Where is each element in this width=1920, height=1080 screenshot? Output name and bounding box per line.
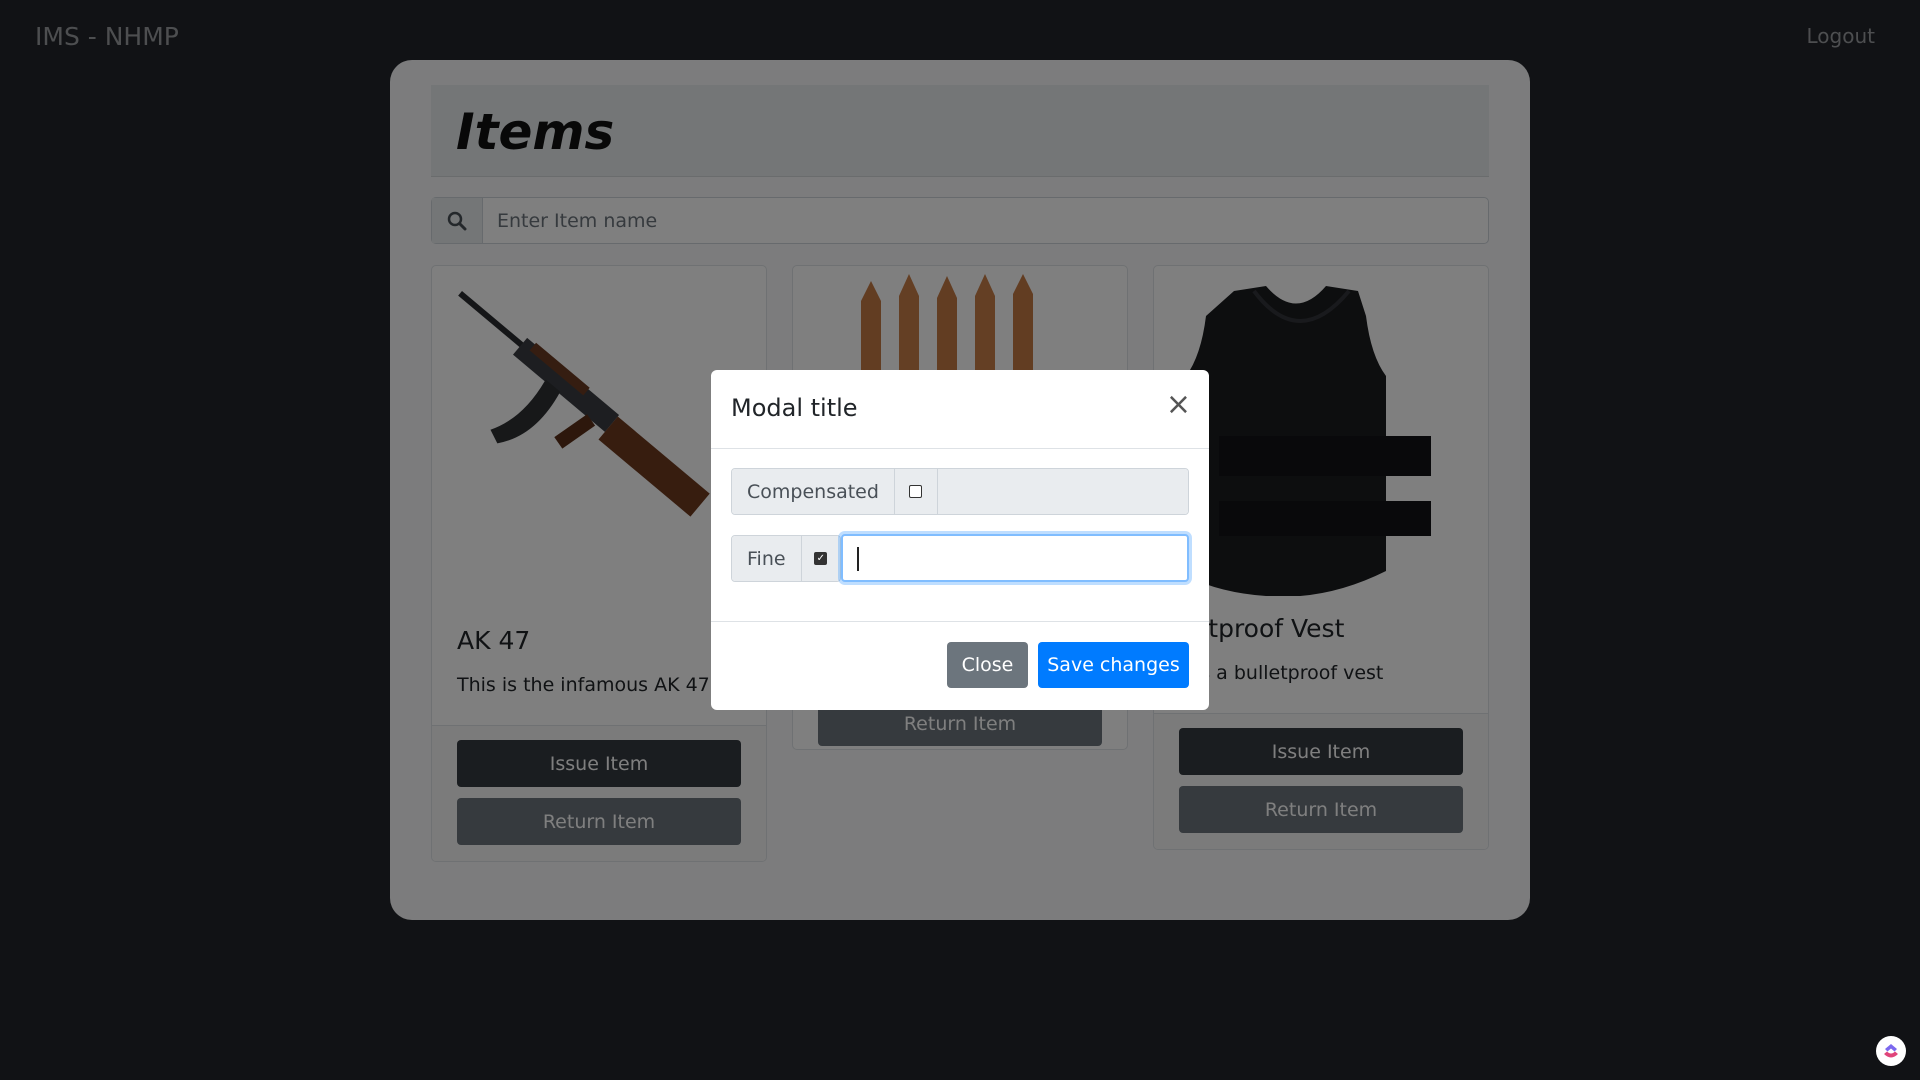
modal-title: Modal title xyxy=(731,394,858,422)
compensated-label: Compensated xyxy=(732,469,895,514)
fine-checkbox[interactable]: ✓ xyxy=(801,536,840,581)
save-changes-button[interactable]: Save changes xyxy=(1038,642,1189,688)
modal-header: Modal title × xyxy=(711,370,1209,449)
text-caret xyxy=(857,547,859,571)
compensated-input-group: Compensated xyxy=(731,468,1189,515)
fine-amount-input[interactable] xyxy=(841,534,1189,582)
clickup-icon[interactable] xyxy=(1876,1036,1906,1066)
close-button[interactable]: Close xyxy=(947,642,1028,688)
modal-footer: Close Save changes xyxy=(711,621,1209,710)
fine-input-group: Fine ✓ xyxy=(731,535,841,582)
fine-label: Fine xyxy=(732,536,802,581)
compensated-field[interactable] xyxy=(937,469,1188,514)
close-icon[interactable]: × xyxy=(1166,390,1191,420)
compensated-checkbox[interactable] xyxy=(894,469,938,514)
